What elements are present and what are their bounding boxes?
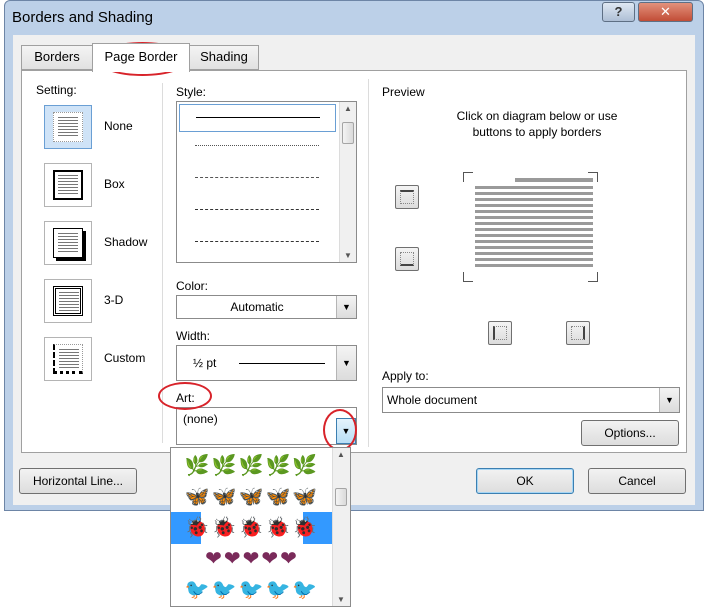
- scroll-up-icon[interactable]: ▲: [344, 104, 352, 113]
- style-selected-item[interactable]: [179, 104, 336, 132]
- art-list-scroll-thumb[interactable]: [335, 488, 347, 506]
- heart-art-option[interactable]: ❤❤❤❤❤: [171, 543, 333, 575]
- art-heading: Art:: [176, 391, 195, 405]
- style-heading: Style:: [176, 85, 207, 99]
- apply-to-value: Whole document: [387, 393, 478, 407]
- setting-box-label: Box: [104, 177, 125, 191]
- page-border-panel: Setting: None Box Shadow 3-D Custom Styl…: [21, 70, 687, 453]
- chevron-down-icon[interactable]: ▼: [336, 418, 356, 444]
- color-dropdown[interactable]: Automatic ▼: [176, 295, 357, 319]
- chevron-down-icon[interactable]: ▼: [336, 296, 356, 318]
- preview-instruction-line2: buttons to apply borders: [472, 125, 602, 139]
- close-button[interactable]: ✕: [638, 2, 693, 22]
- apply-to-heading: Apply to:: [382, 369, 429, 383]
- tab-borders[interactable]: Borders: [21, 45, 93, 70]
- width-heading: Width:: [176, 329, 211, 343]
- setting-shadow-option[interactable]: [44, 221, 92, 265]
- butterfly-art-option[interactable]: 🦋🦋🦋🦋🦋: [171, 481, 333, 513]
- bottom-border-button[interactable]: [395, 247, 419, 271]
- setting-box-option[interactable]: [44, 163, 92, 207]
- style-dotted-line[interactable]: [195, 145, 319, 146]
- setting-custom-label: Custom: [104, 351, 146, 365]
- setting-custom-option[interactable]: [44, 337, 92, 381]
- left-border-button[interactable]: [488, 321, 512, 345]
- setting-none-label: None: [104, 119, 133, 133]
- art-value: (none): [183, 412, 218, 426]
- setting-shadow-label: Shadow: [104, 235, 148, 249]
- style-scroll-thumb[interactable]: [342, 122, 354, 144]
- width-dropdown[interactable]: ½ pt ▼: [176, 345, 357, 381]
- preview-divider: [368, 79, 369, 447]
- ladybug-art-option[interactable]: 🐞🐞🐞🐞🐞: [171, 512, 333, 544]
- preview-page-lines: [475, 186, 593, 270]
- style-listbox[interactable]: ▲ ▼: [176, 101, 357, 263]
- setting-3d-option[interactable]: [44, 279, 92, 323]
- style-solid-line: [196, 117, 320, 118]
- column-divider: [162, 83, 163, 443]
- style-dashed-line[interactable]: [195, 177, 319, 178]
- right-border-button[interactable]: [566, 321, 590, 345]
- tab-shading[interactable]: Shading: [189, 45, 259, 70]
- scroll-down-icon[interactable]: ▼: [344, 251, 352, 260]
- window-title: Borders and Shading: [12, 9, 153, 26]
- art-dropdown[interactable]: (none) ▼: [176, 407, 357, 445]
- borders-and-shading-dialog: Borders and Shading ? ✕ Borders Page Bor…: [4, 0, 704, 511]
- horizontal-line-button[interactable]: Horizontal Line...: [19, 468, 137, 494]
- setting-3d-label: 3-D: [104, 293, 124, 307]
- cancel-button[interactable]: Cancel: [588, 468, 686, 494]
- color-heading: Color:: [176, 279, 209, 293]
- art-list-scrollbar[interactable]: ▲ ▼: [332, 448, 350, 606]
- bird-art-option[interactable]: 🐦🐦🐦🐦🐦: [171, 574, 333, 606]
- title-bar: Borders and Shading ? ✕: [5, 1, 703, 35]
- setting-none-option[interactable]: [44, 105, 92, 149]
- width-sample-line: [239, 363, 325, 364]
- chevron-down-icon[interactable]: ▼: [659, 388, 679, 412]
- style-dash-dot-line[interactable]: [195, 241, 319, 242]
- tab-page-border[interactable]: Page Border: [92, 43, 190, 72]
- dialog-client: Borders Page Border Shading Setting: Non…: [13, 35, 695, 505]
- leaf-art-option[interactable]: 🌿🌿🌿🌿🌿: [171, 450, 333, 482]
- top-border-button[interactable]: [395, 185, 419, 209]
- scroll-down-icon[interactable]: ▼: [337, 595, 345, 604]
- scroll-up-icon[interactable]: ▲: [337, 450, 345, 459]
- preview-diagram[interactable]: [462, 171, 599, 283]
- art-dropdown-list[interactable]: 🌿🌿🌿🌿🌿 🦋🦋🦋🦋🦋 🐞🐞🐞🐞🐞 ❤❤❤❤❤ 🐦🐦🐦🐦🐦 ▲ ▼: [170, 447, 351, 607]
- options-button[interactable]: Options...: [581, 420, 679, 446]
- style-long-dashed-line[interactable]: [195, 209, 319, 210]
- ok-button[interactable]: OK: [476, 468, 574, 494]
- width-value: ½ pt: [193, 356, 217, 370]
- preview-heading: Preview: [382, 85, 425, 99]
- setting-heading: Setting:: [36, 83, 77, 97]
- help-button[interactable]: ?: [602, 2, 635, 22]
- style-scrollbar[interactable]: ▲ ▼: [339, 102, 356, 262]
- apply-to-dropdown[interactable]: Whole document ▼: [382, 387, 680, 413]
- chevron-down-icon[interactable]: ▼: [336, 346, 356, 380]
- preview-instruction-line1: Click on diagram below or use: [456, 109, 618, 123]
- color-value: Automatic: [230, 300, 284, 314]
